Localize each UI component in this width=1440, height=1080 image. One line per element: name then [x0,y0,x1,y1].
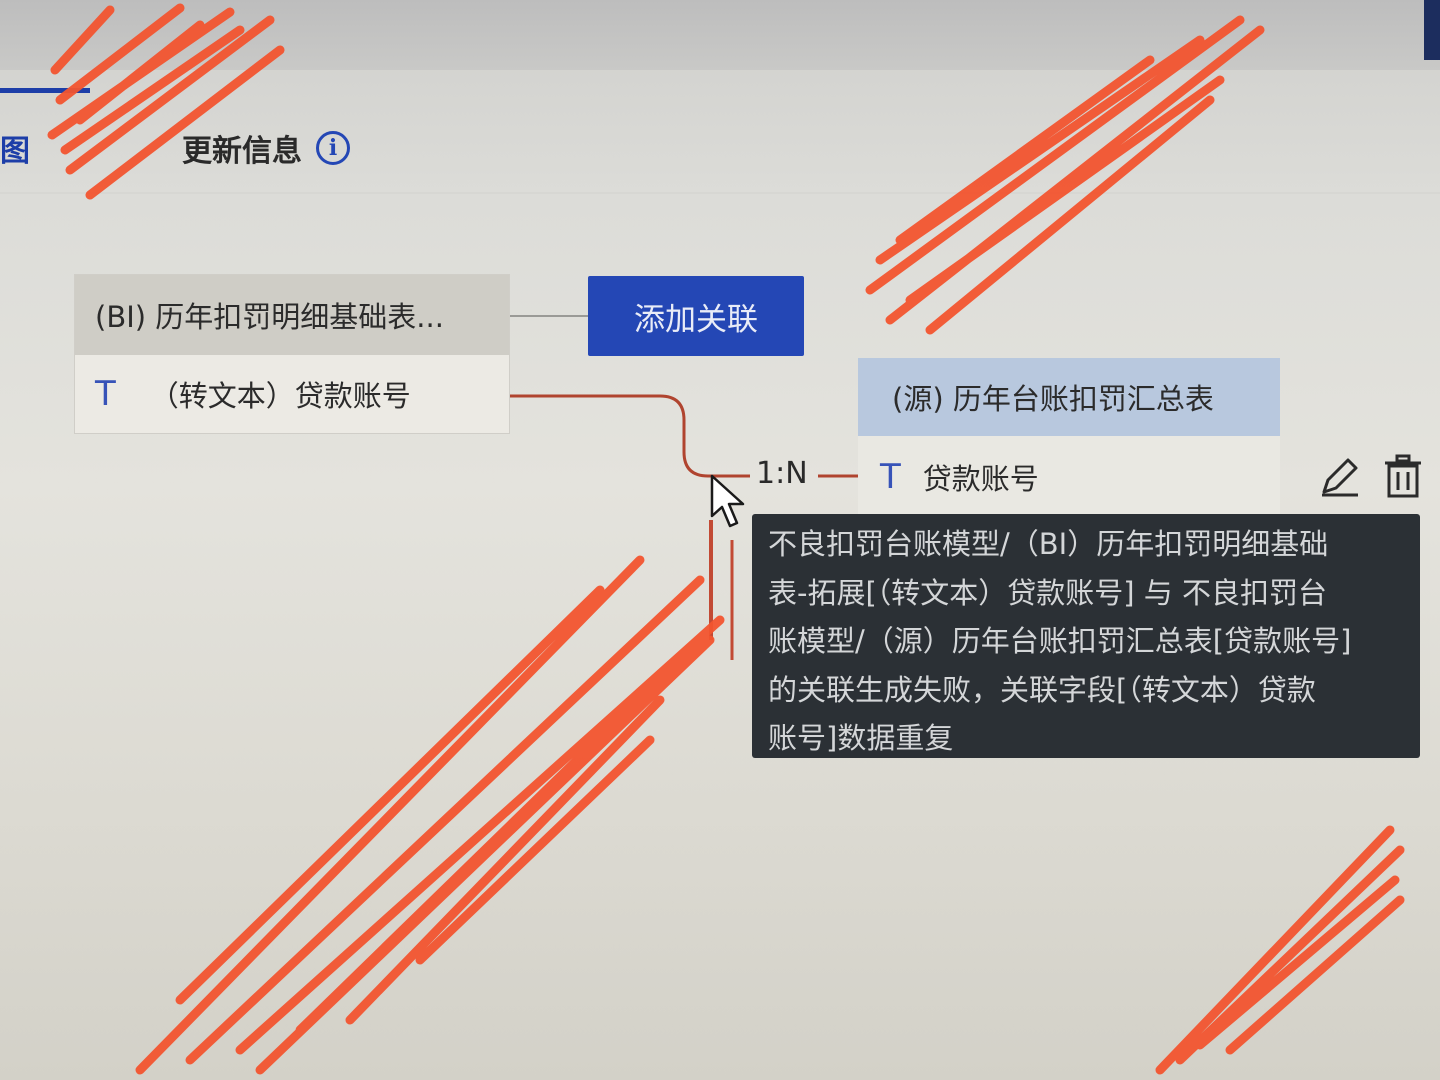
redaction-scribbles [47,3,1405,1075]
